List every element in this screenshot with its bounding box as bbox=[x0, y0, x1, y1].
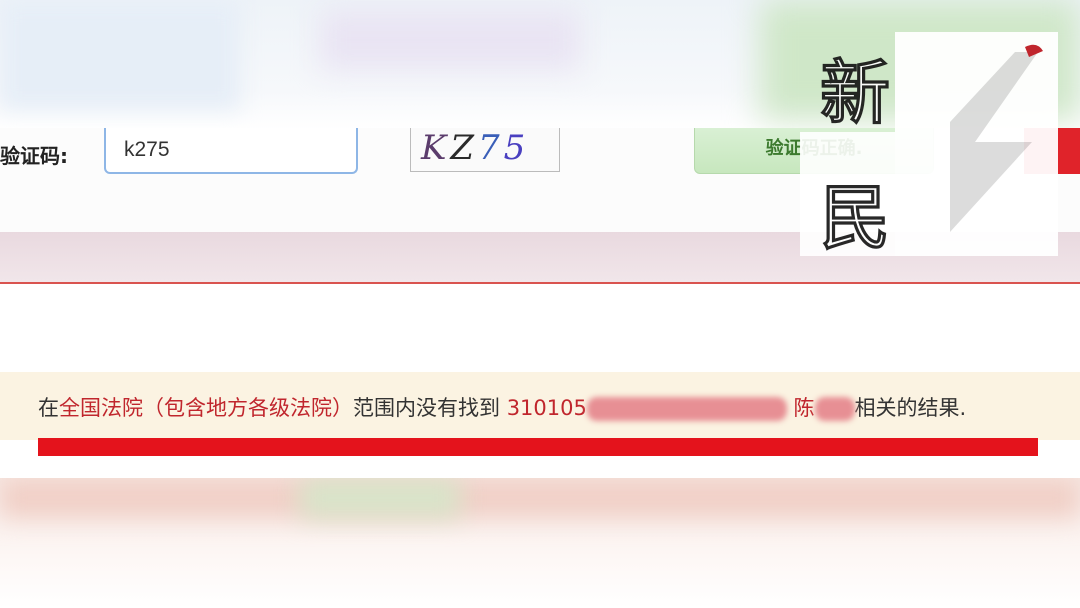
section-divider bbox=[0, 232, 1080, 284]
result-prefix: 在 bbox=[38, 396, 59, 420]
result-notice: 在全国法院（包含地方各级法院）范围内没有找到 310105 陈 相关的结果. bbox=[0, 372, 1080, 440]
captcha-char: Z bbox=[450, 128, 479, 168]
result-suffix: 相关的结果. bbox=[854, 396, 967, 420]
blurred-panel bbox=[760, 0, 1080, 120]
result-middle: 范围内没有找到 bbox=[353, 396, 500, 420]
blurred-row bbox=[0, 478, 1080, 518]
captcha-char: K bbox=[421, 128, 451, 168]
result-name: 陈 bbox=[793, 396, 815, 420]
result-scope: 全国法院（包含地方各级法院） bbox=[59, 396, 353, 420]
captcha-row: 验证码: KZ75 验证码正确. bbox=[0, 128, 1080, 232]
red-corner-block bbox=[1024, 128, 1080, 174]
highlight-underline bbox=[38, 438, 1038, 456]
blurred-footer bbox=[0, 478, 1080, 608]
captcha-label: 验证码: bbox=[0, 144, 68, 168]
blurred-panel bbox=[0, 0, 240, 110]
result-message: 在全国法院（包含地方各级法院）范围内没有找到 310105 陈 相关的结果. bbox=[38, 392, 966, 422]
captcha-input[interactable] bbox=[104, 128, 358, 174]
result-id: 310105 bbox=[506, 396, 587, 420]
blurred-tab bbox=[320, 10, 580, 70]
captcha-image[interactable]: KZ75 bbox=[410, 128, 560, 172]
redacted-id bbox=[586, 397, 787, 421]
blurred-header bbox=[0, 0, 1080, 130]
captcha-char: 7 bbox=[478, 128, 504, 168]
captcha-char: 5 bbox=[503, 128, 530, 168]
captcha-status: 验证码正确. bbox=[694, 128, 934, 174]
blurred-row bbox=[300, 478, 460, 518]
redacted-name bbox=[814, 397, 855, 421]
